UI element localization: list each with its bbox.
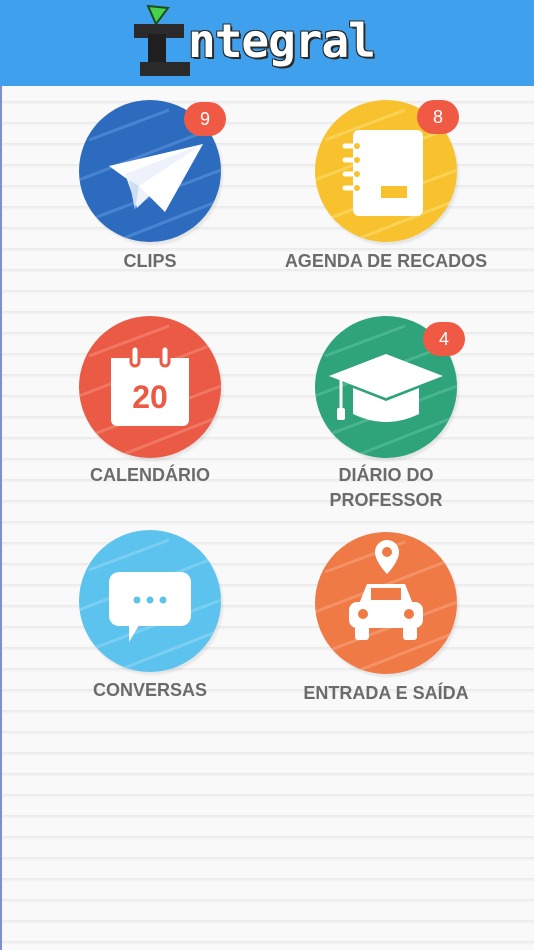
tile-calendario-label: CALENDÁRIO bbox=[90, 465, 210, 485]
tile-agenda-label: AGENDA DE RECADOS bbox=[284, 251, 488, 271]
clips-badge: 9 bbox=[184, 102, 226, 136]
page-margin-line bbox=[0, 86, 2, 950]
agenda-badge: 8 bbox=[417, 100, 459, 134]
app-header: ntegral bbox=[0, 0, 534, 86]
tile-conversas-label: CONVERSAS bbox=[92, 680, 208, 700]
app-logo: ntegral bbox=[126, 4, 406, 84]
tile-entrada-e-saida[interactable]: ENTRADA E SAÍDA bbox=[266, 530, 506, 730]
tile-entrada-label: ENTRADA E SAÍDA bbox=[303, 683, 469, 703]
calendario-circle: 20 bbox=[79, 316, 221, 458]
calendar-icon: 20 bbox=[79, 324, 221, 458]
tile-diario-do-professor[interactable]: 4 DIÁRIO DO PROFESSOR bbox=[266, 314, 506, 514]
logo-mark-icon bbox=[134, 4, 190, 76]
tile-agenda-de-recados[interactable]: 8 AGENDA DE RECADOS bbox=[266, 98, 506, 298]
car-location-icon bbox=[315, 540, 457, 674]
tile-conversas[interactable]: CONVERSAS bbox=[30, 530, 270, 730]
entrada-circle bbox=[315, 532, 457, 674]
calendar-day-number: 20 bbox=[132, 379, 168, 415]
conversas-circle bbox=[79, 530, 221, 672]
chat-bubble-icon bbox=[79, 538, 221, 672]
tile-diario-label: DIÁRIO DO PROFESSOR bbox=[329, 465, 443, 510]
tile-clips[interactable]: 9 CLIPS bbox=[30, 98, 270, 298]
tile-calendario[interactable]: 20 CALENDÁRIO bbox=[30, 314, 270, 514]
logo-text: ntegral bbox=[188, 14, 376, 68]
diario-badge: 4 bbox=[423, 322, 465, 356]
tile-clips-label: CLIPS bbox=[123, 251, 177, 271]
